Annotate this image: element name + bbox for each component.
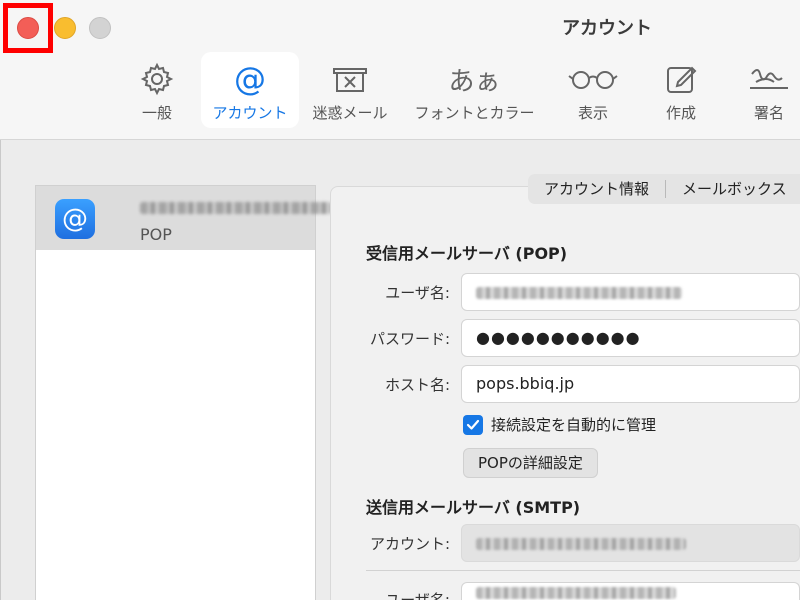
auto-manage-checkbox-row[interactable]: 接続設定を自動的に管理 xyxy=(463,414,656,435)
tab-account-info[interactable]: アカウント情報 xyxy=(528,174,665,204)
junk-tray-icon xyxy=(331,60,369,98)
compose-icon xyxy=(664,60,698,98)
auto-manage-checkbox[interactable] xyxy=(463,414,483,435)
highlight-annotation xyxy=(3,3,53,53)
account-name-redacted xyxy=(140,202,332,214)
toolbar-item-viewing[interactable]: 表示 xyxy=(562,52,624,128)
tab-mailbox[interactable]: メールボックス xyxy=(666,174,800,204)
window-title: アカウント xyxy=(562,18,652,39)
username-redacted xyxy=(476,286,682,299)
font-icon: あぁ xyxy=(448,66,501,97)
preferences-toolbar: アカウント 一般 @ アカウント 迷惑メール あぁ フォントとカラー 表示 作成… xyxy=(0,0,800,140)
smtp-username-field[interactable] xyxy=(461,582,800,600)
toolbar-item-general[interactable]: 一般 xyxy=(126,52,188,128)
signature-icon xyxy=(746,60,792,98)
smtp-account-redacted xyxy=(476,537,686,550)
outgoing-server-heading: 送信用メールサーバ (SMTP) xyxy=(366,498,581,517)
toolbar-item-junk[interactable]: 迷惑メール xyxy=(306,52,394,128)
account-list: @ POP xyxy=(35,185,332,600)
at-sign-icon: @ xyxy=(234,60,266,98)
incoming-username-label: ユーザ名: xyxy=(385,284,450,302)
incoming-server-heading: 受信用メールサーバ (POP) xyxy=(366,244,568,263)
minimize-window-button[interactable] xyxy=(54,17,76,39)
password-field[interactable]: ●●●●●●●●●●● xyxy=(461,319,800,357)
toolbar-item-fonts-colors[interactable]: あぁ フォントとカラー xyxy=(407,52,542,128)
password-label: パスワード: xyxy=(369,330,450,348)
account-type: POP xyxy=(140,225,172,244)
smtp-username-redacted xyxy=(476,586,676,599)
host-label: ホスト名: xyxy=(384,376,450,394)
glasses-icon xyxy=(568,60,618,98)
incoming-username-field[interactable] xyxy=(461,273,800,311)
toolbar-item-signatures[interactable]: 署名 xyxy=(738,52,800,128)
gear-icon xyxy=(140,60,174,98)
toolbar-item-composing[interactable]: 作成 xyxy=(650,52,712,128)
account-list-item[interactable]: @ POP xyxy=(36,186,332,250)
at-sign-icon: @ xyxy=(55,199,95,239)
smtp-username-label: ユーザ名: xyxy=(385,591,450,600)
smtp-account-label: アカウント: xyxy=(369,535,450,553)
auto-manage-label: 接続設定を自動的に管理 xyxy=(491,416,657,434)
account-tabs: アカウント情報 メールボックス xyxy=(528,174,800,204)
toolbar-item-accounts[interactable]: @ アカウント xyxy=(201,52,299,128)
smtp-account-select[interactable] xyxy=(461,524,800,562)
host-field[interactable]: pops.bbiq.jp xyxy=(461,365,800,403)
zoom-window-button[interactable] xyxy=(89,17,111,39)
section-divider xyxy=(366,570,800,571)
checkmark-icon xyxy=(466,419,480,430)
pop-advanced-settings-button[interactable]: POPの詳細設定 xyxy=(463,448,598,478)
